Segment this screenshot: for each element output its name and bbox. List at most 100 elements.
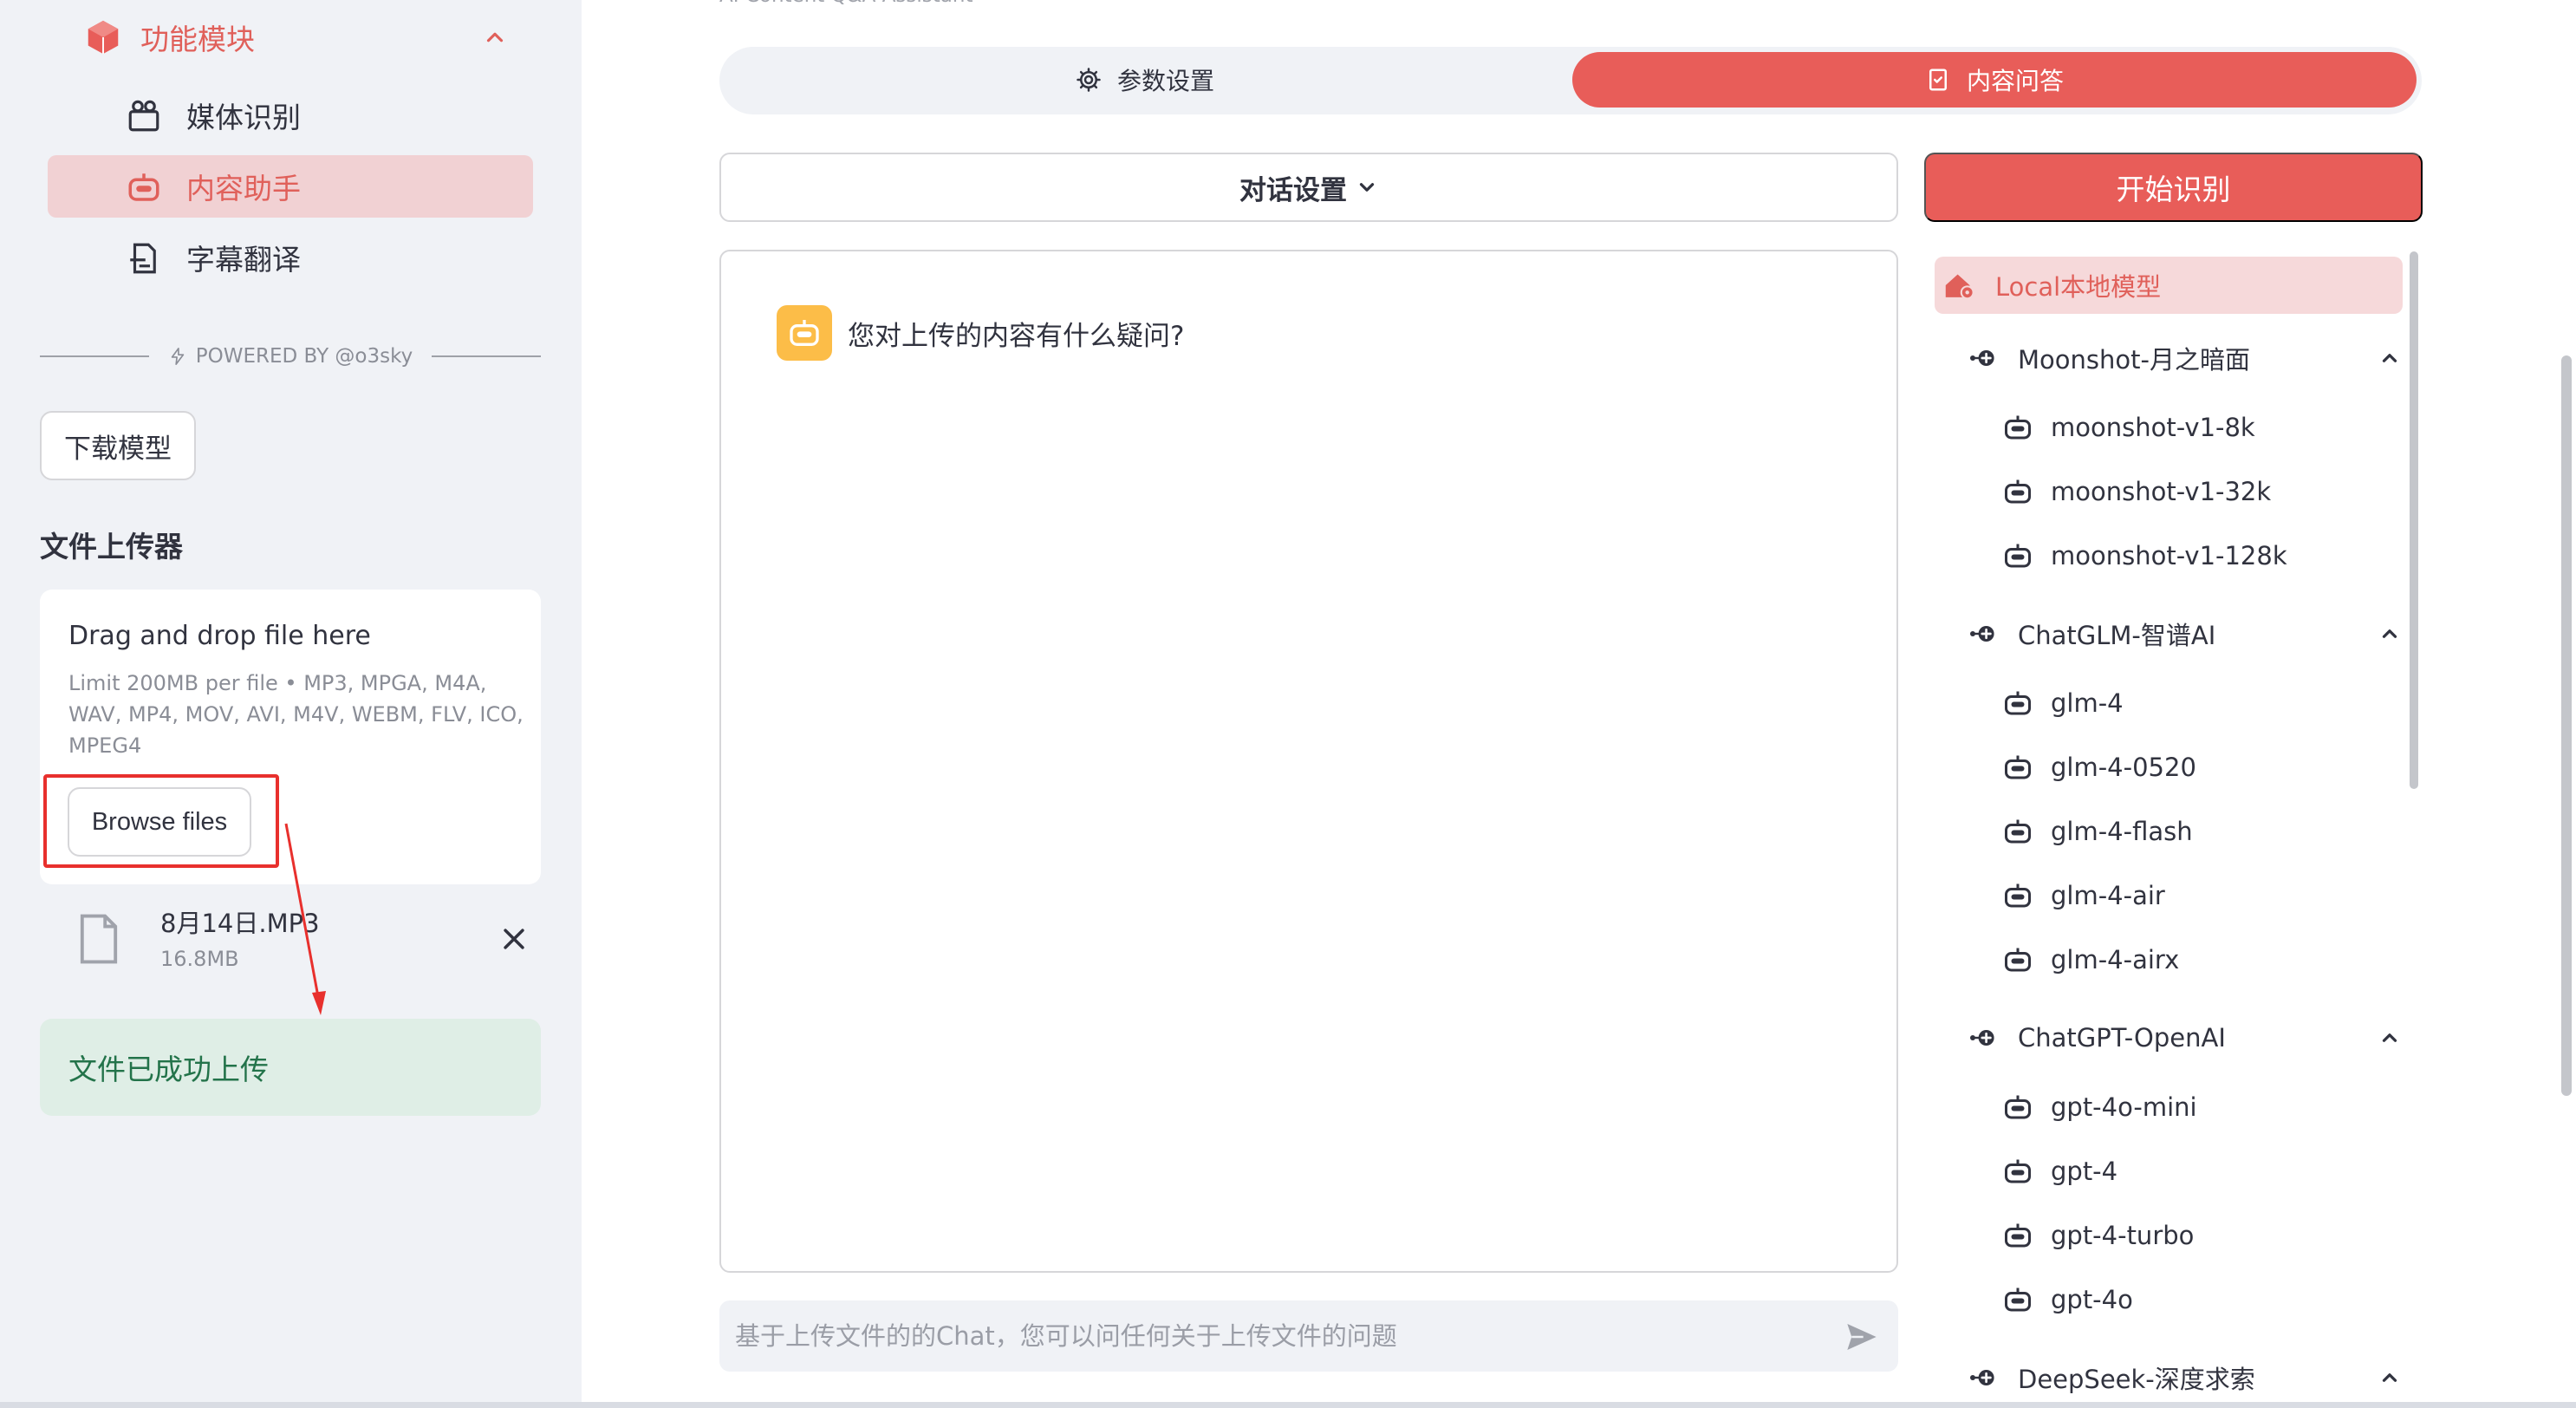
model-item[interactable]: moonshot-v1-8k [2002, 406, 2401, 449]
model-item-label: glm-4-flash [2051, 817, 2193, 846]
model-group-header[interactable]: Moonshot-月之暗面 [1968, 336, 2401, 380]
model-item-label: moonshot-v1-32k [2051, 477, 2272, 506]
tab-label: 内容问答 [1966, 67, 2064, 95]
robot-icon [2005, 948, 2031, 972]
send-icon[interactable] [1844, 1320, 1879, 1354]
home-icon [1945, 274, 1974, 300]
tab-parameter-settings[interactable]: 参数设置 [719, 52, 1571, 108]
model-item[interactable]: moonshot-v1-128k [2002, 534, 2401, 577]
model-item[interactable]: gpt-4o [2002, 1278, 2401, 1321]
chevron-up-icon[interactable] [2378, 347, 2401, 369]
model-item-label: gpt-4-turbo [2051, 1221, 2195, 1250]
robot-icon [2005, 883, 2031, 908]
lightning-icon [171, 348, 185, 365]
model-group-header[interactable]: DeepSeek-深度求索 [1968, 1356, 2401, 1399]
model-list: Local本地模型 Moonshot-月之暗面 moonshot-v1-8k moo… [1924, 250, 2427, 1408]
dropzone-limit-text: Limit 200MB per file • MP3, MPGA, M4A, W… [68, 671, 524, 758]
checklist-icon [1929, 68, 1947, 91]
tab-content-qa[interactable]: 内容问答 [1572, 52, 2417, 108]
robot-icon [2005, 1223, 2031, 1248]
menu-item-label: 媒体识别 [186, 101, 301, 134]
robot-icon [2005, 1159, 2031, 1183]
plus-circle-node-icon [1970, 350, 1994, 366]
chevron-up-icon[interactable] [2378, 1366, 2401, 1389]
model-item-label: glm-4-0520 [2051, 753, 2196, 782]
sidebar: 功能模块 媒体识别 内容助手 字幕翻译 POWERED BY @o3sky 下载… [0, 0, 582, 1408]
file-size: 16.8MB [160, 947, 239, 971]
assistant-message-text: 您对上传的内容有什么疑问? [848, 320, 1185, 352]
powered-by-divider: POWERED BY @o3sky [40, 341, 541, 372]
divider-line [432, 355, 541, 357]
model-group-header[interactable]: ChatGPT-OpenAI [1968, 1016, 2401, 1059]
tab-bar: 参数设置 内容问答 [719, 47, 2422, 114]
chevron-up-icon[interactable] [2378, 623, 2401, 645]
chat-panel: 您对上传的内容有什么疑问? [719, 250, 1898, 1273]
model-item[interactable]: glm-4 [2002, 681, 2401, 725]
upload-success-alert: 文件已成功上传 [40, 1019, 541, 1116]
page-scrollbar[interactable] [2561, 355, 2572, 1096]
model-item[interactable]: moonshot-v1-32k [2002, 470, 2401, 513]
model-item[interactable]: glm-4-air [2002, 874, 2401, 917]
menu-item-subtitle-translation[interactable]: 字幕翻译 [48, 226, 533, 289]
model-group-label: DeepSeek-深度求索 [2018, 1365, 2255, 1394]
model-item-label: glm-4-air [2051, 881, 2165, 910]
page-subtitle: AI Content Q&A Assistant [719, 0, 973, 7]
divider-line [40, 355, 149, 357]
dialog-settings-label: 对话设置 [1239, 174, 1347, 205]
robot-icon [2005, 1095, 2031, 1119]
start-recognition-button[interactable]: 开始识别 [1924, 153, 2423, 222]
model-item[interactable]: glm-4-flash [2002, 810, 2401, 853]
window-bottom-edge [0, 1402, 2576, 1408]
model-item-label: gpt-4 [2051, 1157, 2118, 1186]
model-item-label: glm-4 [2051, 688, 2124, 718]
tab-label: 参数设置 [1116, 67, 1214, 95]
model-group-label: Moonshot-月之暗面 [2018, 345, 2250, 375]
model-item[interactable]: glm-4-airx [2002, 938, 2401, 981]
model-item-label: gpt-4o-mini [2051, 1092, 2197, 1122]
model-item[interactable]: gpt-4 [2002, 1150, 2401, 1193]
model-group-header[interactable]: ChatGLM-智谱AI [1968, 612, 2401, 655]
model-item[interactable]: gpt-4o-mini [2002, 1085, 2401, 1129]
robot-icon [2005, 544, 2031, 568]
menu-section-label: 功能模块 [140, 23, 255, 56]
download-model-button[interactable]: 下载模型 [40, 411, 196, 480]
chat-input[interactable] [719, 1300, 1812, 1372]
model-list-scrollbar[interactable] [2410, 251, 2418, 789]
robot-icon [790, 320, 819, 346]
media-icon [128, 100, 159, 132]
model-item-label: gpt-4o [2051, 1285, 2133, 1314]
document-icon [130, 243, 156, 274]
plus-circle-node-icon [1970, 1030, 1994, 1046]
chevron-up-icon[interactable] [2378, 1027, 2401, 1049]
dialog-settings-dropdown[interactable]: 对话设置 [719, 153, 1898, 222]
model-group-label: ChatGPT-OpenAI [2018, 1023, 2226, 1053]
model-item-label: moonshot-v1-128k [2051, 541, 2287, 570]
chevron-up-icon[interactable] [482, 24, 508, 50]
chevron-down-icon [1359, 183, 1375, 192]
model-item-label: glm-4-airx [2051, 945, 2180, 975]
plus-circle-node-icon [1970, 1370, 1994, 1385]
menu-item-label: 字幕翻译 [186, 243, 301, 277]
cube-icon [88, 20, 119, 55]
robot-icon [2005, 479, 2031, 504]
close-icon[interactable] [499, 924, 529, 954]
browse-files-button[interactable]: Browse files [68, 787, 251, 857]
robot-icon [2005, 819, 2031, 844]
model-item-label: moonshot-v1-8k [2051, 413, 2255, 442]
plus-circle-node-icon [1970, 626, 1994, 642]
robot-icon [128, 173, 159, 201]
model-local-label: Local本地模型 [1995, 272, 2162, 302]
assistant-message: 您对上传的内容有什么疑问? [777, 305, 1184, 361]
annotation-arrow [284, 823, 326, 1015]
gear-icon [1077, 68, 1101, 92]
chat-input-bar [719, 1300, 1898, 1372]
menu-item-label: 内容助手 [186, 172, 301, 205]
menu-section-header[interactable]: 功能模块 [83, 16, 508, 59]
model-local[interactable]: Local本地模型 [1935, 257, 2403, 314]
menu-item-content-assistant[interactable]: 内容助手 [48, 155, 533, 218]
model-item[interactable]: gpt-4-turbo [2002, 1214, 2401, 1257]
menu-item-media-recognition[interactable]: 媒体识别 [48, 84, 533, 147]
robot-icon [2005, 1287, 2031, 1312]
model-item[interactable]: glm-4-0520 [2002, 746, 2401, 789]
powered-by-text: POWERED BY @o3sky [195, 345, 413, 368]
